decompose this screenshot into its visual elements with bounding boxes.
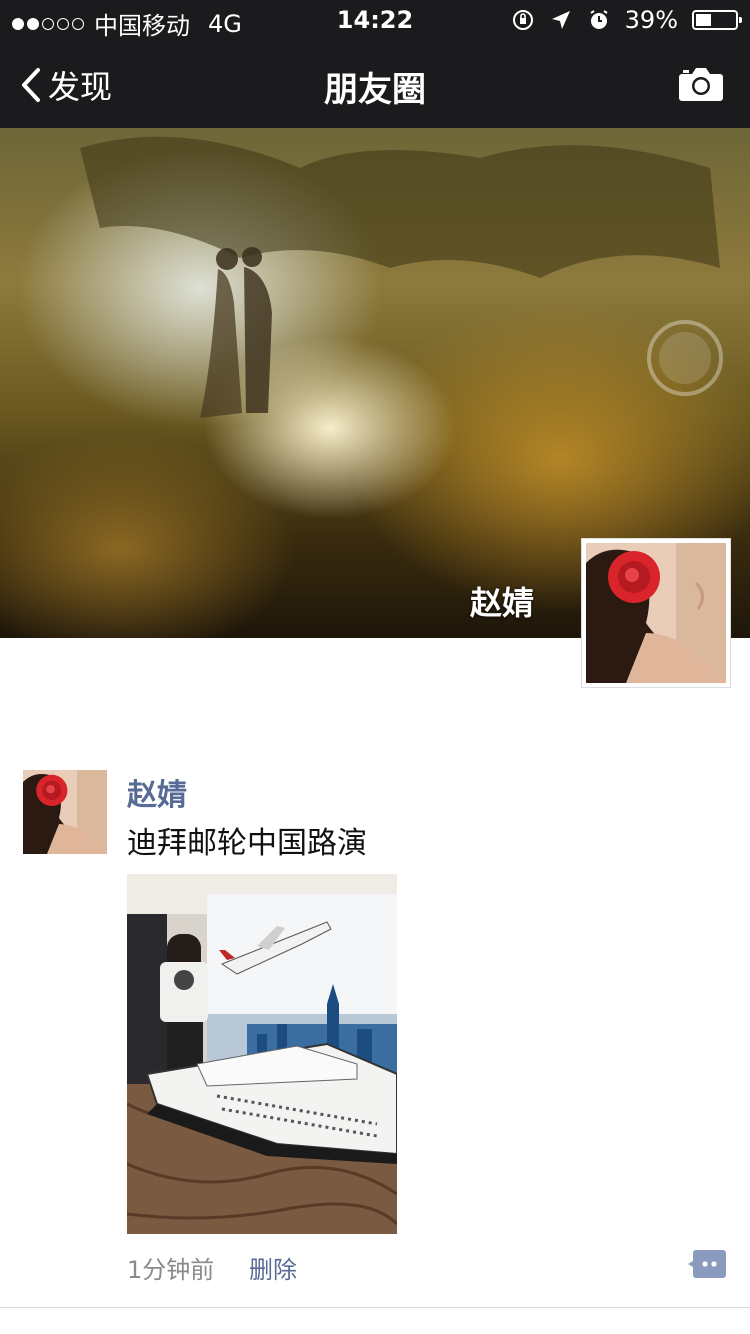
cover-user-name: 赵婧 [470,584,535,622]
comment-button[interactable] [688,1250,726,1278]
camera-icon [679,68,723,101]
nav-bar: 发现 朋友圈 [0,40,750,128]
lens-flare-icon [647,320,723,396]
post-time: 1分钟前 [127,1256,215,1284]
camera-button[interactable] [678,66,724,106]
post-avatar[interactable] [23,770,107,854]
status-right: 39% [511,6,742,34]
divider [0,1307,750,1308]
couple-silhouette [200,247,272,418]
cruise-roadshow-photo [127,874,397,1234]
rotation-lock-icon [512,10,533,30]
post-text: 迪拜邮轮中国路演 [127,826,367,861]
battery-icon [692,10,742,30]
post-photo[interactable] [127,874,397,1234]
page-title: 朋友圈 [324,70,426,110]
comment-icon [688,1250,726,1278]
tree-silhouette [80,136,720,278]
delete-button[interactable]: 删除 [249,1250,297,1285]
alarm-icon [590,10,608,29]
status-bar: 中国移动 4G 14:22 39% [0,0,750,40]
avatar-image [23,770,107,854]
cover-avatar[interactable] [581,538,731,688]
avatar-image [586,543,726,683]
post-author[interactable]: 赵婧 [127,770,187,814]
location-icon [551,11,570,29]
battery-percent: 39% [624,6,678,34]
